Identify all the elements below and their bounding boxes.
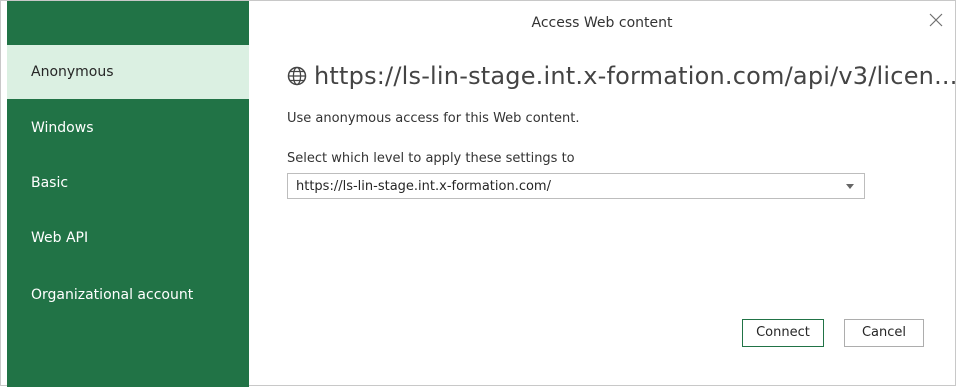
chevron-down-icon bbox=[846, 184, 854, 189]
auth-method-sidebar: Anonymous Windows Basic Web API Organiza… bbox=[7, 1, 249, 387]
sidebar-item-windows[interactable]: Windows bbox=[7, 101, 249, 155]
cancel-button[interactable]: Cancel bbox=[844, 319, 924, 347]
dialog-title: Access Web content bbox=[531, 15, 673, 31]
close-icon bbox=[929, 13, 943, 27]
sidebar-item-anonymous[interactable]: Anonymous bbox=[7, 45, 249, 99]
sidebar-item-label: Organizational account bbox=[31, 287, 194, 303]
title-bar: Access Web content bbox=[249, 1, 955, 45]
globe-icon bbox=[287, 66, 307, 86]
resource-url: https://ls-lin-stage.int.x-formation.com… bbox=[314, 62, 956, 90]
access-web-content-dialog: Anonymous Windows Basic Web API Organiza… bbox=[0, 0, 956, 387]
sidebar-item-organizational-account[interactable]: Organizational account bbox=[7, 268, 249, 322]
level-select[interactable]: https://ls-lin-stage.int.x-formation.com… bbox=[287, 173, 865, 199]
level-select-value: https://ls-lin-stage.int.x-formation.com… bbox=[296, 179, 551, 194]
sidebar-item-web-api[interactable]: Web API bbox=[7, 211, 249, 265]
connect-button[interactable]: Connect bbox=[742, 319, 824, 347]
sidebar-item-label: Windows bbox=[31, 120, 94, 136]
close-button[interactable] bbox=[923, 7, 949, 33]
sidebar-item-label: Web API bbox=[31, 230, 89, 246]
sidebar-item-basic[interactable]: Basic bbox=[7, 156, 249, 210]
sidebar-item-label: Basic bbox=[31, 175, 69, 191]
level-select-label: Select which level to apply these settin… bbox=[287, 151, 575, 166]
resource-url-row: https://ls-lin-stage.int.x-formation.com… bbox=[286, 59, 956, 93]
sidebar-item-label: Anonymous bbox=[31, 64, 114, 80]
access-description: Use anonymous access for this Web conten… bbox=[287, 111, 580, 126]
